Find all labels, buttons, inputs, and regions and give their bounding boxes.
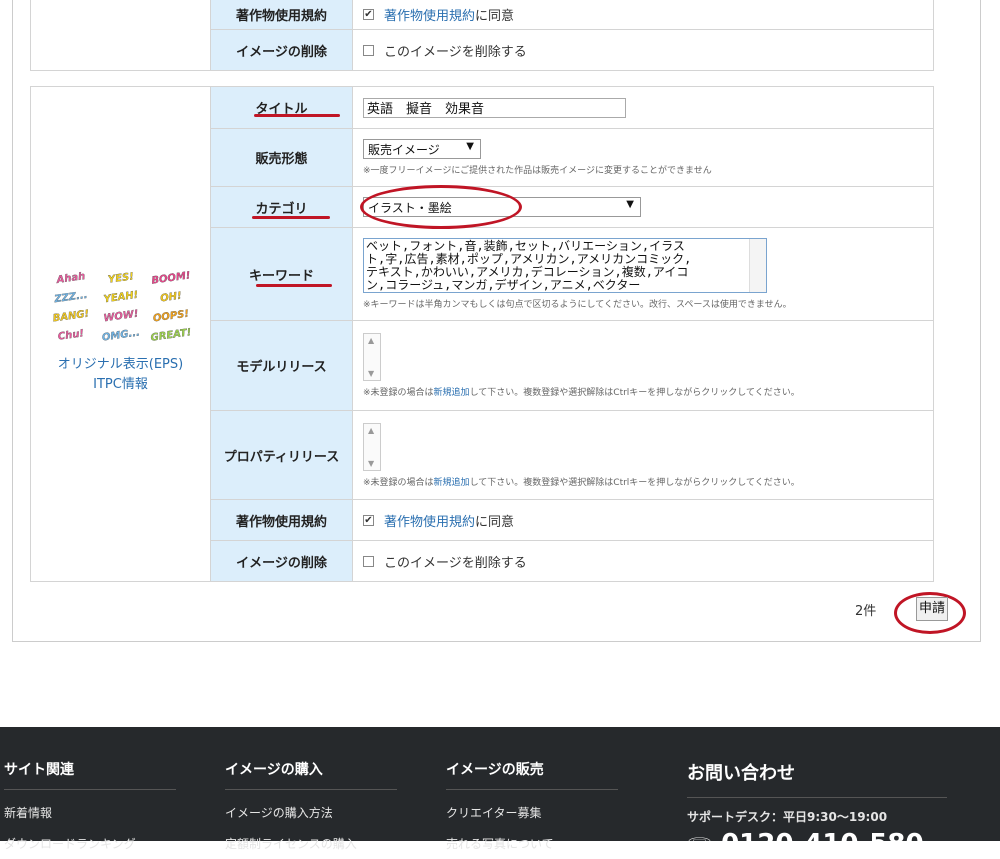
sticker-word: GREAT! — [149, 327, 192, 344]
support-hours: サポートデスク：平日9:30〜19:00 — [687, 810, 888, 824]
model-release-label: モデルリリース — [210, 320, 353, 411]
previous-image-cell — [30, 0, 211, 71]
sticker-word: YES! — [106, 271, 135, 286]
keyword-underline-mark — [256, 284, 332, 287]
property-add-link[interactable]: 新規追加 — [434, 478, 470, 488]
footer-heading: イメージの購入 — [225, 759, 397, 790]
image-thumbnail[interactable]: Ahah YES! BOOM! ZZZ... YEAH! OH! BANG! WOW! OOPS… — [32, 270, 209, 344]
footer-col-purchase: イメージの購入 イメージの購入方法 定額制ライセンスの購入 — [225, 759, 397, 852]
model-release-note: ※未登録の場合は新規追加して下さい。複数登録や選択解除はCtrlキーを押しながら… — [363, 388, 800, 398]
keyword-label: キーワード — [210, 227, 353, 321]
sticker-word: BANG! — [51, 308, 90, 325]
itpc-link[interactable]: ITPC情報 — [93, 377, 148, 392]
copyright-link[interactable]: 著作物使用規約 — [384, 9, 475, 24]
property-release-listbox[interactable]: ▲ ▼ — [363, 422, 381, 471]
sale-type-select[interactable]: 販売イメージ ▼ — [363, 139, 481, 159]
sticker-word: Ahah — [55, 271, 86, 286]
sale-type-note: ※一度フリーイメージにご提供された作品は販売イメージに変更することができません — [363, 166, 712, 176]
sticker-word: OOPS! — [151, 308, 190, 325]
phone-number: 0120-410-580 — [721, 829, 924, 859]
sticker-word: ZZZ... — [53, 289, 88, 306]
category-underline-mark — [252, 216, 330, 219]
keyword-textarea[interactable]: ベット,フォント,音,装飾,セット,バリエーション,イラス ト,字,広告,素材,… — [363, 238, 767, 293]
sticker-word: BOOM! — [150, 270, 191, 287]
title-input[interactable] — [363, 97, 626, 118]
model-release-listbox[interactable]: ▲ ▼ — [363, 333, 381, 381]
copyright-agree-text: に同意 — [475, 514, 515, 530]
original-display-link[interactable]: オリジナル表示(EPS) — [58, 357, 183, 372]
sticker-word: OH! — [159, 290, 182, 305]
copyright-label: 著作物使用規約 — [210, 499, 353, 541]
footer-link-creators[interactable]: クリエイター募集 — [446, 804, 618, 821]
property-release-label: プロパティリリース — [210, 410, 353, 500]
copyright-agree-text: に同意 — [475, 9, 515, 24]
footer-link-how-to-buy[interactable]: イメージの購入方法 — [225, 804, 397, 821]
copyright-link[interactable]: 著作物使用規約 — [384, 515, 475, 530]
copyright-label: 著作物使用規約 — [210, 0, 353, 30]
footer: サイト関連 新着情報 ダウンロードランキング イメージの購入 イメージの購入方法… — [0, 727, 1000, 859]
sticker-word: YEAH! — [102, 289, 139, 306]
sticker-word: WOW! — [102, 308, 139, 325]
phone-icon: ☏ — [687, 833, 713, 857]
copyright-checkbox[interactable]: ✔ — [363, 9, 374, 20]
delete-label: イメージの削除 — [210, 29, 353, 71]
sticker-word: Chu! — [56, 328, 85, 343]
footer-heading: イメージの販売 — [446, 759, 618, 790]
footer-heading: サイト関連 — [4, 759, 176, 790]
title-underline-mark — [254, 114, 340, 117]
copyright-checkbox[interactable]: ✔ — [363, 514, 374, 526]
footer-col-sell: イメージの販売 クリエイター募集 売れる写真について — [446, 759, 618, 852]
footer-link-selling-photos[interactable]: 売れる写真について — [446, 835, 618, 852]
model-add-link[interactable]: 新規追加 — [434, 388, 470, 398]
footer-col-contact: お問い合わせ サポートデスク：平日9:30〜19:00 ☏ 0120-410-5… — [687, 759, 947, 859]
delete-text: このイメージを削除する — [384, 555, 527, 571]
title-label: タイトル — [210, 86, 353, 129]
delete-text: このイメージを削除する — [384, 44, 527, 60]
property-release-note: ※未登録の場合は新規追加して下さい。複数登録や選択解除はCtrlキーを押しながら… — [363, 477, 800, 488]
chevron-down-icon: ▼ — [626, 199, 634, 210]
footer-col-site: サイト関連 新着情報 ダウンロードランキング — [4, 759, 176, 852]
delete-label: イメージの削除 — [210, 540, 353, 582]
sale-type-label: 販売形態 — [210, 128, 353, 187]
item-count: 2件 — [855, 604, 877, 619]
footer-link-ranking[interactable]: ダウンロードランキング — [4, 835, 176, 852]
delete-checkbox[interactable] — [363, 555, 374, 567]
keyword-note: ※キーワードは半角カンマもしくは句点で区切るようにしてください。改行、スペースは… — [363, 300, 792, 310]
keyword-line: ン,コラージュ,マンガ,デザイン,アニメ,ベクター — [366, 278, 641, 292]
footer-link-subscription[interactable]: 定額制ライセンスの購入 — [225, 835, 397, 852]
chevron-down-icon: ▼ — [466, 141, 474, 152]
category-label: カテゴリ — [210, 186, 353, 228]
category-circle-mark — [360, 185, 522, 229]
sticker-word: OMG... — [100, 327, 141, 344]
footer-link-news[interactable]: 新着情報 — [4, 804, 176, 821]
delete-checkbox[interactable] — [363, 44, 374, 56]
item-form: Ahah YES! BOOM! ZZZ... YEAH! OH! BANG! WOW! OOPS… — [30, 86, 934, 582]
submit-button[interactable]: 申請 — [916, 597, 948, 621]
footer-heading: お問い合わせ — [687, 759, 947, 798]
image-cell: Ahah YES! BOOM! ZZZ... YEAH! OH! BANG! WOW! OOPS… — [30, 86, 211, 582]
textarea-scrollbar[interactable] — [749, 239, 766, 292]
previous-item-form: 著作物使用規約 ✔ 著作物使用規約に同意 イメージの削除 このイメージを削除する — [30, 0, 934, 71]
